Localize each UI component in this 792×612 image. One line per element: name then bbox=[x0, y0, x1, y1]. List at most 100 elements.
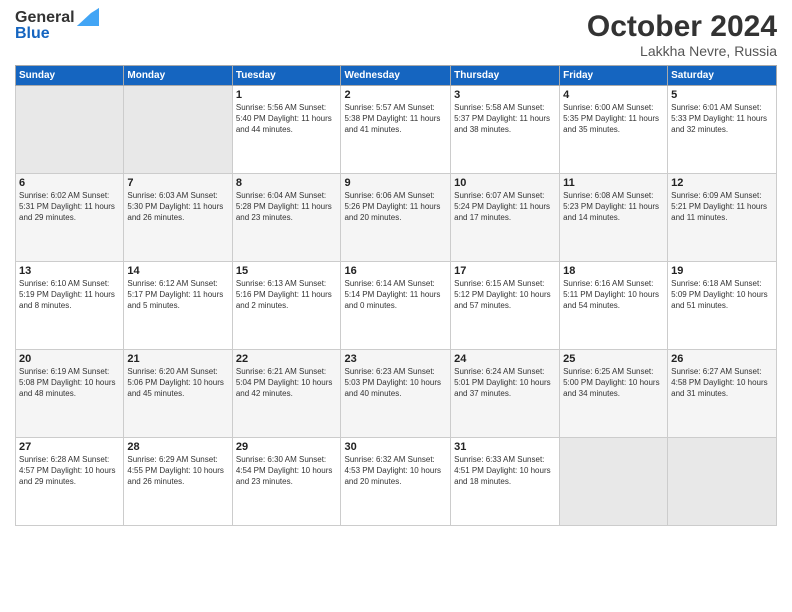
table-row: 27Sunrise: 6:28 AM Sunset: 4:57 PM Dayli… bbox=[16, 438, 124, 526]
day-info: Sunrise: 6:29 AM Sunset: 4:55 PM Dayligh… bbox=[127, 454, 228, 488]
month-title: October 2024 bbox=[587, 10, 777, 43]
day-number: 10 bbox=[454, 177, 556, 189]
day-number: 3 bbox=[454, 89, 556, 101]
table-row: 8Sunrise: 6:04 AM Sunset: 5:28 PM Daylig… bbox=[232, 174, 341, 262]
logo-general: General bbox=[15, 10, 75, 26]
header-monday: Monday bbox=[124, 66, 232, 86]
day-number: 31 bbox=[454, 441, 556, 453]
header-sunday: Sunday bbox=[16, 66, 124, 86]
day-info: Sunrise: 6:02 AM Sunset: 5:31 PM Dayligh… bbox=[19, 190, 120, 224]
day-info: Sunrise: 6:12 AM Sunset: 5:17 PM Dayligh… bbox=[127, 278, 228, 312]
day-info: Sunrise: 6:18 AM Sunset: 5:09 PM Dayligh… bbox=[671, 278, 773, 312]
day-info: Sunrise: 5:57 AM Sunset: 5:38 PM Dayligh… bbox=[344, 102, 447, 136]
day-info: Sunrise: 6:28 AM Sunset: 4:57 PM Dayligh… bbox=[19, 454, 120, 488]
header-wednesday: Wednesday bbox=[341, 66, 451, 86]
logo-blue: Blue bbox=[15, 26, 50, 42]
calendar-week-row: 1Sunrise: 5:56 AM Sunset: 5:40 PM Daylig… bbox=[16, 86, 777, 174]
table-row: 25Sunrise: 6:25 AM Sunset: 5:00 PM Dayli… bbox=[560, 350, 668, 438]
location-title: Lakkha Nevre, Russia bbox=[587, 43, 777, 59]
table-row: 30Sunrise: 6:32 AM Sunset: 4:53 PM Dayli… bbox=[341, 438, 451, 526]
day-info: Sunrise: 6:32 AM Sunset: 4:53 PM Dayligh… bbox=[344, 454, 447, 488]
table-row: 7Sunrise: 6:03 AM Sunset: 5:30 PM Daylig… bbox=[124, 174, 232, 262]
table-row: 23Sunrise: 6:23 AM Sunset: 5:03 PM Dayli… bbox=[341, 350, 451, 438]
calendar-week-row: 6Sunrise: 6:02 AM Sunset: 5:31 PM Daylig… bbox=[16, 174, 777, 262]
table-row: 21Sunrise: 6:20 AM Sunset: 5:06 PM Dayli… bbox=[124, 350, 232, 438]
day-info: Sunrise: 6:23 AM Sunset: 5:03 PM Dayligh… bbox=[344, 366, 447, 400]
table-row: 19Sunrise: 6:18 AM Sunset: 5:09 PM Dayli… bbox=[668, 262, 777, 350]
day-info: Sunrise: 6:13 AM Sunset: 5:16 PM Dayligh… bbox=[236, 278, 338, 312]
table-row: 3Sunrise: 5:58 AM Sunset: 5:37 PM Daylig… bbox=[451, 86, 560, 174]
day-number: 27 bbox=[19, 441, 120, 453]
day-number: 7 bbox=[127, 177, 228, 189]
day-info: Sunrise: 6:33 AM Sunset: 4:51 PM Dayligh… bbox=[454, 454, 556, 488]
title-area: October 2024 Lakkha Nevre, Russia bbox=[587, 10, 777, 59]
day-info: Sunrise: 6:15 AM Sunset: 5:12 PM Dayligh… bbox=[454, 278, 556, 312]
day-number: 19 bbox=[671, 265, 773, 277]
day-info: Sunrise: 6:14 AM Sunset: 5:14 PM Dayligh… bbox=[344, 278, 447, 312]
day-number: 5 bbox=[671, 89, 773, 101]
day-number: 15 bbox=[236, 265, 338, 277]
day-number: 30 bbox=[344, 441, 447, 453]
day-number: 9 bbox=[344, 177, 447, 189]
day-info: Sunrise: 6:08 AM Sunset: 5:23 PM Dayligh… bbox=[563, 190, 664, 224]
table-row: 6Sunrise: 6:02 AM Sunset: 5:31 PM Daylig… bbox=[16, 174, 124, 262]
table-row: 2Sunrise: 5:57 AM Sunset: 5:38 PM Daylig… bbox=[341, 86, 451, 174]
table-row: 31Sunrise: 6:33 AM Sunset: 4:51 PM Dayli… bbox=[451, 438, 560, 526]
table-row: 29Sunrise: 6:30 AM Sunset: 4:54 PM Dayli… bbox=[232, 438, 341, 526]
table-row: 28Sunrise: 6:29 AM Sunset: 4:55 PM Dayli… bbox=[124, 438, 232, 526]
table-row: 1Sunrise: 5:56 AM Sunset: 5:40 PM Daylig… bbox=[232, 86, 341, 174]
day-number: 1 bbox=[236, 89, 338, 101]
day-number: 16 bbox=[344, 265, 447, 277]
day-number: 12 bbox=[671, 177, 773, 189]
day-number: 25 bbox=[563, 353, 664, 365]
day-number: 18 bbox=[563, 265, 664, 277]
day-info: Sunrise: 6:10 AM Sunset: 5:19 PM Dayligh… bbox=[19, 278, 120, 312]
logo-icon bbox=[77, 8, 99, 26]
table-row bbox=[668, 438, 777, 526]
day-info: Sunrise: 6:06 AM Sunset: 5:26 PM Dayligh… bbox=[344, 190, 447, 224]
day-info: Sunrise: 6:27 AM Sunset: 4:58 PM Dayligh… bbox=[671, 366, 773, 400]
day-info: Sunrise: 6:16 AM Sunset: 5:11 PM Dayligh… bbox=[563, 278, 664, 312]
day-number: 6 bbox=[19, 177, 120, 189]
table-row: 20Sunrise: 6:19 AM Sunset: 5:08 PM Dayli… bbox=[16, 350, 124, 438]
header-tuesday: Tuesday bbox=[232, 66, 341, 86]
day-number: 26 bbox=[671, 353, 773, 365]
table-row: 9Sunrise: 6:06 AM Sunset: 5:26 PM Daylig… bbox=[341, 174, 451, 262]
day-info: Sunrise: 6:20 AM Sunset: 5:06 PM Dayligh… bbox=[127, 366, 228, 400]
day-info: Sunrise: 6:07 AM Sunset: 5:24 PM Dayligh… bbox=[454, 190, 556, 224]
day-number: 23 bbox=[344, 353, 447, 365]
day-info: Sunrise: 6:19 AM Sunset: 5:08 PM Dayligh… bbox=[19, 366, 120, 400]
table-row: 15Sunrise: 6:13 AM Sunset: 5:16 PM Dayli… bbox=[232, 262, 341, 350]
day-info: Sunrise: 6:09 AM Sunset: 5:21 PM Dayligh… bbox=[671, 190, 773, 224]
calendar-week-row: 27Sunrise: 6:28 AM Sunset: 4:57 PM Dayli… bbox=[16, 438, 777, 526]
header: General Blue October 2024 Lakkha Nevre, … bbox=[15, 10, 777, 59]
table-row: 11Sunrise: 6:08 AM Sunset: 5:23 PM Dayli… bbox=[560, 174, 668, 262]
table-row bbox=[16, 86, 124, 174]
table-row: 18Sunrise: 6:16 AM Sunset: 5:11 PM Dayli… bbox=[560, 262, 668, 350]
header-friday: Friday bbox=[560, 66, 668, 86]
day-info: Sunrise: 6:21 AM Sunset: 5:04 PM Dayligh… bbox=[236, 366, 338, 400]
day-number: 17 bbox=[454, 265, 556, 277]
day-number: 20 bbox=[19, 353, 120, 365]
calendar-table: Sunday Monday Tuesday Wednesday Thursday… bbox=[15, 65, 777, 526]
day-info: Sunrise: 6:25 AM Sunset: 5:00 PM Dayligh… bbox=[563, 366, 664, 400]
day-number: 22 bbox=[236, 353, 338, 365]
table-row: 16Sunrise: 6:14 AM Sunset: 5:14 PM Dayli… bbox=[341, 262, 451, 350]
day-info: Sunrise: 6:24 AM Sunset: 5:01 PM Dayligh… bbox=[454, 366, 556, 400]
day-number: 2 bbox=[344, 89, 447, 101]
table-row: 10Sunrise: 6:07 AM Sunset: 5:24 PM Dayli… bbox=[451, 174, 560, 262]
calendar-week-row: 13Sunrise: 6:10 AM Sunset: 5:19 PM Dayli… bbox=[16, 262, 777, 350]
table-row: 12Sunrise: 6:09 AM Sunset: 5:21 PM Dayli… bbox=[668, 174, 777, 262]
day-number: 13 bbox=[19, 265, 120, 277]
day-number: 8 bbox=[236, 177, 338, 189]
calendar-header-row: Sunday Monday Tuesday Wednesday Thursday… bbox=[16, 66, 777, 86]
day-info: Sunrise: 6:30 AM Sunset: 4:54 PM Dayligh… bbox=[236, 454, 338, 488]
calendar-week-row: 20Sunrise: 6:19 AM Sunset: 5:08 PM Dayli… bbox=[16, 350, 777, 438]
day-info: Sunrise: 6:03 AM Sunset: 5:30 PM Dayligh… bbox=[127, 190, 228, 224]
day-number: 11 bbox=[563, 177, 664, 189]
day-info: Sunrise: 6:01 AM Sunset: 5:33 PM Dayligh… bbox=[671, 102, 773, 136]
table-row: 17Sunrise: 6:15 AM Sunset: 5:12 PM Dayli… bbox=[451, 262, 560, 350]
table-row: 14Sunrise: 6:12 AM Sunset: 5:17 PM Dayli… bbox=[124, 262, 232, 350]
table-row bbox=[560, 438, 668, 526]
table-row bbox=[124, 86, 232, 174]
